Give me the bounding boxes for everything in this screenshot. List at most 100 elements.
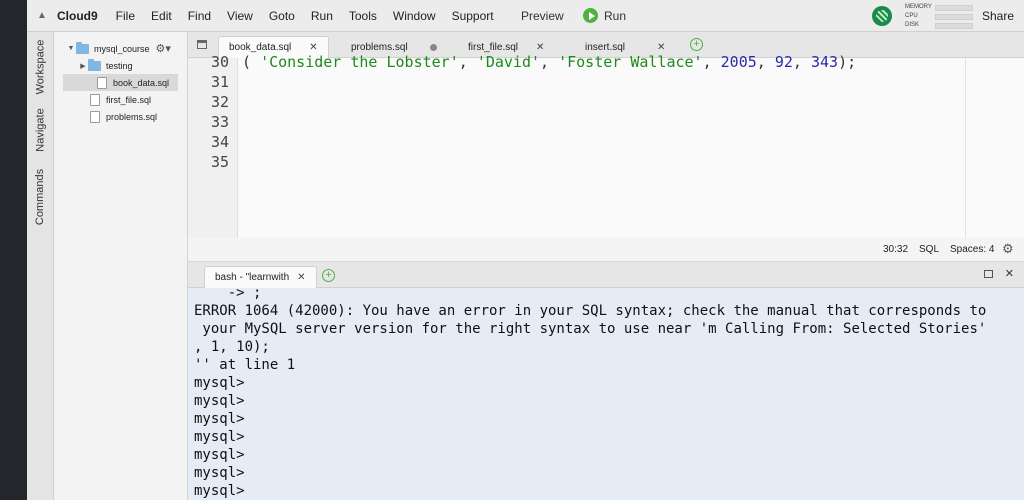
tab-menu-icon[interactable] [197, 40, 207, 49]
terminal-line: mysql> [194, 447, 245, 463]
terminal-line: mysql> [194, 375, 245, 391]
side-panel-tabs: Workspace Navigate Commands [27, 32, 54, 500]
code-number: 343 [810, 53, 839, 71]
tree-item-label: problems.sql [106, 111, 158, 122]
menu-support[interactable]: Support [452, 9, 494, 23]
line-number: 31 [210, 73, 229, 91]
menubar: ▲ Cloud9 File Edit Find View Goto Run To… [27, 0, 1024, 32]
add-terminal-icon[interactable]: + [322, 269, 335, 282]
caret-down-icon[interactable]: ▼ [66, 45, 76, 52]
memory-label: MEMORY [905, 4, 932, 10]
terminal-line: mysql> [194, 393, 245, 409]
code-token: ( [242, 53, 252, 71]
menu-file[interactable]: File [116, 9, 135, 23]
code-string: 'Consider the Lobster' [260, 53, 459, 71]
tree-item-testing[interactable]: ▶ testing [54, 57, 188, 74]
screen-bezel [0, 0, 27, 500]
line-number: 32 [210, 93, 229, 111]
menu-window[interactable]: Window [393, 9, 436, 23]
tab-label: first_file.sql [468, 41, 519, 53]
close-icon[interactable]: ✕ [536, 42, 544, 53]
maximize-icon[interactable] [984, 270, 993, 278]
file-icon [90, 110, 100, 123]
terminal-line: mysql> [194, 483, 245, 499]
menu-edit[interactable]: Edit [151, 9, 172, 23]
indent-setting[interactable]: Spaces: 4 [950, 244, 994, 255]
terminal-line: mysql> [194, 465, 245, 481]
tab-commands[interactable]: Commands [27, 162, 54, 232]
line-number: 33 [210, 113, 229, 131]
tree-item-problems[interactable]: problems.sql [54, 108, 188, 125]
folder-icon [88, 58, 101, 71]
cpu-bar [935, 13, 973, 20]
code-token: ); [838, 53, 857, 71]
disk-label: DISK [905, 22, 920, 28]
menu-find[interactable]: Find [188, 9, 211, 23]
gear-icon[interactable]: ⚙ [1002, 241, 1014, 257]
tab-terminal[interactable]: bash - "learnwith ✕ [204, 266, 317, 288]
close-icon[interactable]: ✕ [1005, 267, 1014, 280]
code-number: 92 [774, 53, 793, 71]
terminal-line: mysql> [194, 429, 245, 445]
resource-meters: MEMORY CPU DISK [905, 3, 973, 30]
folder-icon [76, 41, 89, 54]
preview-button[interactable]: Preview [521, 9, 564, 23]
menu-goto[interactable]: Goto [269, 9, 295, 23]
terminal-line: '' at line 1 [194, 357, 296, 373]
collapse-menubar-icon[interactable]: ▲ [27, 10, 57, 21]
tree-item-first-file[interactable]: first_file.sql [54, 91, 188, 108]
file-icon [90, 93, 100, 106]
play-icon [583, 8, 598, 23]
caret-right-icon[interactable]: ▶ [78, 62, 88, 70]
terminal-line: , 1, 10); [194, 339, 270, 355]
tab-workspace[interactable]: Workspace [27, 36, 54, 98]
line-number: 30 [210, 53, 229, 71]
close-icon[interactable]: ✕ [657, 42, 665, 53]
code-line-30: ( 'Consider the Lobster', 'David', 'Fost… [242, 53, 857, 71]
cursor-position[interactable]: 30:32 [883, 244, 908, 255]
memory-bar [935, 4, 973, 11]
close-icon[interactable]: ✕ [309, 42, 317, 53]
tab-label: book_data.sql [229, 42, 292, 53]
line-number: 34 [210, 133, 229, 151]
tab-navigate-label: Navigate [34, 108, 47, 152]
file-icon [97, 76, 107, 89]
terminal-line: mysql> [194, 411, 245, 427]
tree-item-label: book_data.sql [113, 77, 170, 88]
code-string: 'David' [476, 53, 541, 71]
cloud9-menu[interactable]: Cloud9 [57, 9, 98, 23]
run-button[interactable]: Run [583, 8, 626, 23]
code-number: 2005 [720, 53, 757, 71]
gear-icon[interactable]: ⚙▾ [156, 42, 171, 55]
code-editor[interactable]: 30 31 32 33 34 35 ( 'Consider the Lobste… [188, 53, 1024, 238]
tab-workspace-label: Workspace [34, 39, 47, 95]
tree-item-label: testing [106, 60, 133, 71]
terminal-line: -> ; [194, 288, 262, 301]
language-mode[interactable]: SQL [919, 244, 939, 255]
tree-item-book-data[interactable]: book_data.sql [63, 74, 178, 91]
add-tab-icon[interactable]: + [690, 38, 703, 51]
menu-run[interactable]: Run [311, 9, 333, 23]
terminal-line: your MySQL server version for the right … [194, 321, 987, 337]
disk-bar [935, 22, 973, 29]
editor-status-bar: 30:32 SQL Spaces: 4 ⚙ [188, 238, 1024, 262]
run-label: Run [604, 8, 627, 23]
close-icon[interactable]: ✕ [297, 272, 305, 283]
tab-navigate[interactable]: Navigate [27, 100, 54, 160]
terminal-line: ERROR 1064 (42000): You have an error in… [194, 303, 987, 319]
tab-label: insert.sql [585, 41, 626, 53]
tree-root-label: mysql_course [94, 43, 150, 54]
tree-root[interactable]: ▼ mysql_course ⚙▾ [54, 40, 188, 57]
tab-commands-label: Commands [34, 168, 47, 226]
tab-label: problems.sql [351, 41, 408, 53]
share-button[interactable]: Share [982, 9, 1014, 23]
avatar[interactable] [872, 6, 892, 26]
terminal-tab-label: bash - "learnwith [215, 272, 290, 283]
terminal-output[interactable]: -> ; ERROR 1064 (42000): You have an err… [188, 288, 1024, 500]
menu-tools[interactable]: Tools [349, 9, 377, 23]
line-gutter: 30 31 32 33 34 35 [188, 53, 238, 238]
unsaved-dot-icon[interactable] [429, 43, 437, 51]
line-number: 35 [210, 153, 229, 171]
code-string: 'Foster Wallace' [558, 53, 703, 71]
menu-view[interactable]: View [227, 9, 253, 23]
